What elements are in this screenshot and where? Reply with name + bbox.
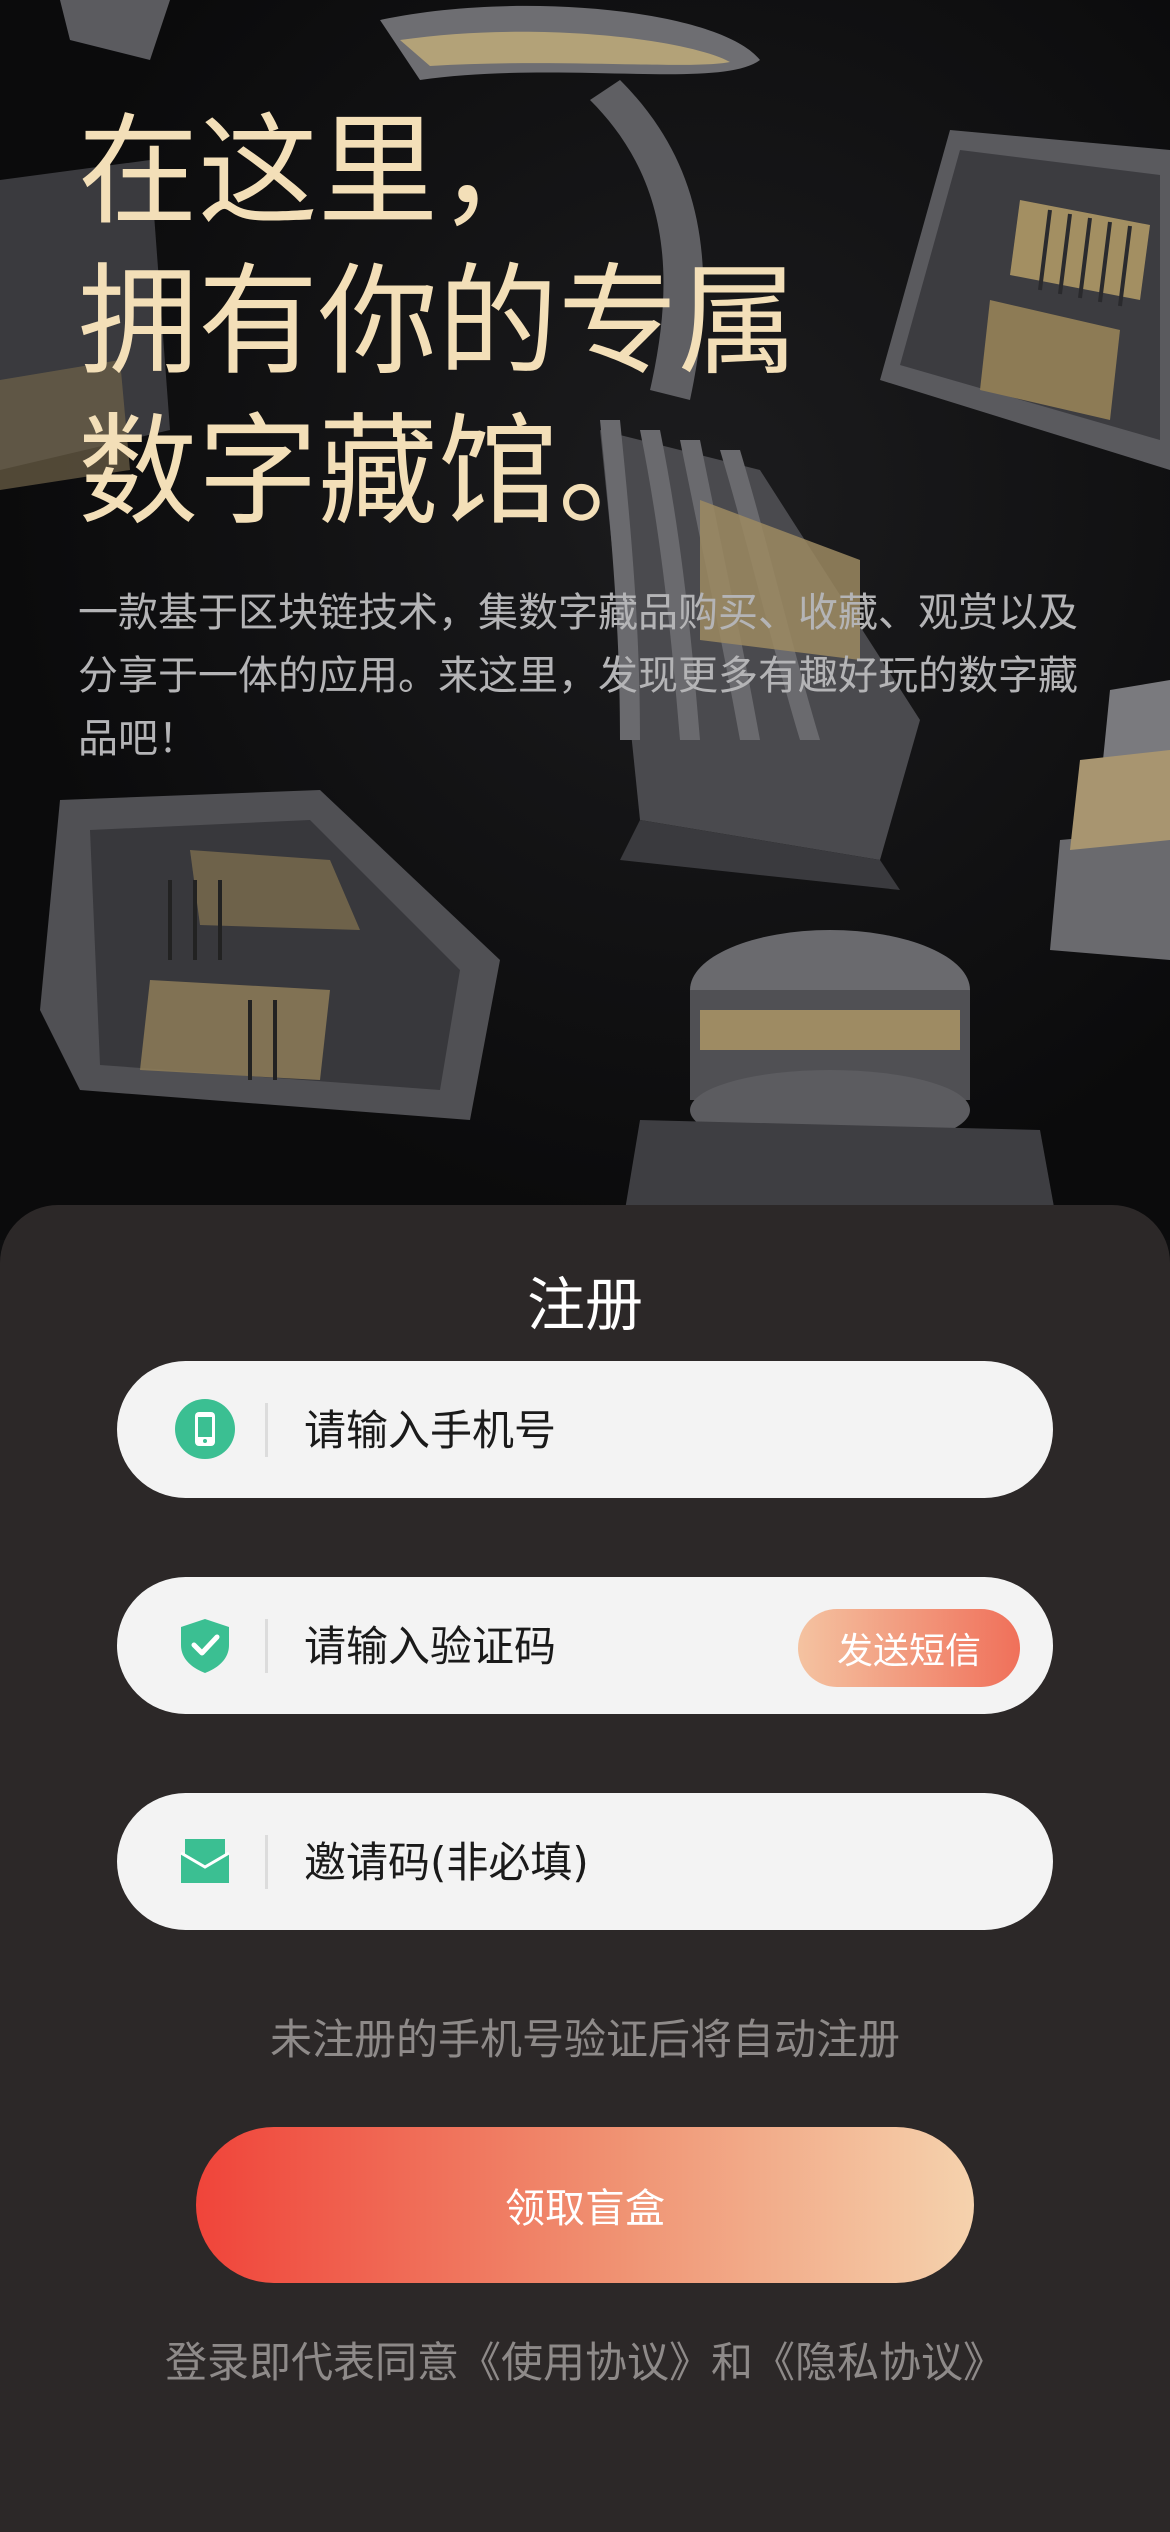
hero-title-line-3: 数字藏馆。	[78, 403, 678, 542]
verification-code-field[interactable]: 发送短信	[117, 1577, 1053, 1714]
register-title: 注册	[526, 1271, 643, 1339]
invite-code-field[interactable]	[117, 1793, 1053, 1930]
hero-title-line-1: 在这里，	[78, 103, 558, 242]
agreement-text: 登录即代表同意《使用协议》和《隐私协议》	[0, 2333, 1170, 2393]
verification-code-input[interactable]	[302, 1605, 786, 1687]
claim-blind-box-button[interactable]: 领取盲盒	[196, 2127, 974, 2283]
phone-field[interactable]	[117, 1361, 1053, 1498]
code-field-divider	[265, 1619, 268, 1673]
phone-icon	[175, 1399, 235, 1459]
send-sms-button[interactable]: 发送短信	[798, 1609, 1020, 1687]
hero-description: 一款基于区块链技术，集数字藏品购买、收藏、观赏以及分享于一体的应用。来这里，发现…	[78, 590, 1078, 762]
register-panel: 注册 发送短信	[0, 1205, 1170, 2532]
privacy-policy-link[interactable]: 《隐私协议》	[753, 2338, 1005, 2387]
invite-field-divider	[265, 1835, 268, 1889]
phone-field-divider	[265, 1403, 268, 1457]
shield-check-icon	[175, 1615, 235, 1675]
mail-icon	[175, 1831, 235, 1891]
hero-section: 在这里， 拥有你的专属 数字藏馆。 一款基于区块链技术，集数字藏品购买、收藏、观…	[0, 0, 1170, 1240]
auto-register-hint: 未注册的手机号验证后将自动注册	[269, 2015, 900, 2064]
agreement-prefix: 登录即代表同意	[164, 2338, 459, 2387]
agreement-joiner: 和	[711, 2338, 754, 2387]
hero-title-line-2: 拥有你的专属	[78, 253, 798, 392]
invite-code-input[interactable]	[302, 1821, 786, 1903]
terms-of-use-link[interactable]: 《使用协议》	[459, 2338, 711, 2387]
phone-input[interactable]	[302, 1389, 786, 1471]
hero-title: 在这里， 拥有你的专属 数字藏馆。	[78, 98, 978, 548]
